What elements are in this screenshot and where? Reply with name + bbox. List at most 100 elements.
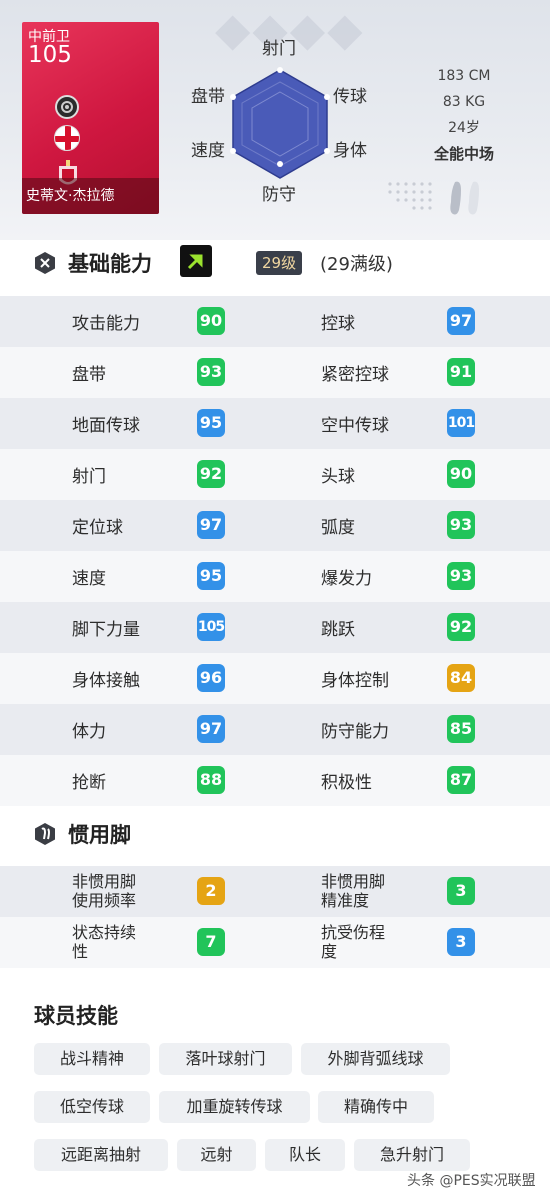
- stat-value-badge: 95: [197, 409, 225, 437]
- level-badge: 29级: [256, 251, 303, 275]
- radar-label-dribbling: 盘带: [191, 87, 225, 107]
- radar-point-physical: [324, 148, 330, 154]
- radar-point-defending: [277, 161, 283, 167]
- stat-label: 紧密控球: [321, 365, 389, 385]
- skills-title: 球员技能: [34, 1004, 118, 1028]
- stat-value-badge: 84: [447, 664, 475, 692]
- basic-abilities-title: 基础能力: [68, 252, 152, 276]
- foot-stat-label: 状态持续性: [72, 923, 137, 961]
- foot-stat-value-badge: 2: [197, 877, 225, 905]
- stat-value-badge: 97: [447, 307, 475, 335]
- stat-value-badge: 97: [197, 715, 225, 743]
- stat-label: 攻击能力: [72, 314, 140, 334]
- stat-label: 爆发力: [321, 569, 372, 589]
- stat-row: 攻击能力 90 控球 97: [0, 296, 550, 347]
- radar-label-defending: 防守: [262, 185, 296, 205]
- foot-stat-row: 状态持续性 7 抗受伤程度 3: [0, 917, 550, 968]
- stat-row: 地面传球 95 空中传球 101: [0, 398, 550, 449]
- radar-point-passing: [324, 94, 330, 100]
- stat-value-badge: 93: [447, 562, 475, 590]
- stat-value-badge: 93: [447, 511, 475, 539]
- stat-value-badge: 88: [197, 766, 225, 794]
- stat-value-badge: 92: [447, 613, 475, 641]
- foot-stats-table: 非惯用脚 使用频率 2 非惯用脚 精准度 3 状态持续性 7 抗受伤程度 3: [0, 866, 550, 968]
- stat-row: 射门 92 头球 90: [0, 449, 550, 500]
- stat-value-badge: 85: [447, 715, 475, 743]
- card-type-badge-icon: [55, 95, 79, 119]
- foot-stat-label: 抗受伤程度: [321, 923, 386, 961]
- skill-chip[interactable]: 远距离抽射: [34, 1139, 168, 1171]
- stat-label: 弧度: [321, 518, 355, 538]
- stat-label: 盘带: [72, 365, 106, 385]
- player-age: 24岁: [448, 120, 480, 136]
- player-card[interactable]: 中前卫 105 史蒂文·杰拉德: [22, 22, 159, 214]
- skill-chip[interactable]: 落叶球射门: [159, 1043, 292, 1075]
- stat-value-badge: 90: [447, 460, 475, 488]
- stat-label: 防守能力: [321, 722, 389, 742]
- basic-abilities-hex-icon: [35, 252, 55, 274]
- skill-chip[interactable]: 队长: [265, 1139, 345, 1171]
- basic-abilities-header: 基础能力: [34, 245, 152, 281]
- stat-value-badge: 92: [197, 460, 225, 488]
- player-playstyle: 全能中场: [433, 145, 494, 163]
- foot-hex-icon: [35, 823, 55, 845]
- foot-stat-label: 非惯用脚 精准度: [321, 872, 386, 910]
- player-header: ◆◆◆◆ 中前卫 105 史蒂文·杰拉德 射门 传球 身体 防守 速度 盘带 1…: [0, 0, 550, 240]
- stat-row: 身体接触 96 身体控制 84: [0, 653, 550, 704]
- progression-arrow-icon[interactable]: [180, 245, 212, 277]
- stat-row: 定位球 97 弧度 93: [0, 500, 550, 551]
- stat-row: 速度 95 爆发力 93: [0, 551, 550, 602]
- player-info: 183 CM 83 KG 24岁 全能中场: [420, 66, 508, 170]
- skill-chip[interactable]: 外脚背弧线球: [301, 1043, 450, 1075]
- foot-stat-label: 非惯用脚 使用频率: [72, 872, 137, 910]
- stat-label: 控球: [321, 314, 355, 334]
- foot-stat-value-badge: 7: [197, 928, 225, 956]
- stat-value-badge: 93: [197, 358, 225, 386]
- max-level-text: (29满级): [320, 254, 393, 275]
- stat-label: 定位球: [72, 518, 123, 538]
- stat-label: 头球: [321, 467, 355, 487]
- radar-label-physical: 身体: [333, 141, 367, 161]
- decorative-dots: [388, 182, 432, 210]
- stat-value-badge: 96: [197, 664, 225, 692]
- player-height: 183 CM: [437, 68, 491, 84]
- radar-point-dribbling: [230, 94, 236, 100]
- radar-label-passing: 传球: [333, 87, 367, 107]
- stat-label: 身体控制: [321, 671, 389, 691]
- foot-header: 惯用脚: [34, 816, 131, 852]
- stat-value-badge: 90: [197, 307, 225, 335]
- stat-value-badge: 105: [197, 613, 225, 641]
- skill-chip[interactable]: 远射: [177, 1139, 256, 1171]
- radar-point-shooting: [277, 67, 283, 73]
- watermark: 头条 @PES实况联盟: [407, 1173, 536, 1189]
- stat-label: 积极性: [321, 773, 372, 793]
- skill-chip[interactable]: 急升射门: [354, 1139, 470, 1171]
- radar-label-shooting: 射门: [262, 39, 296, 59]
- basic-stats-table: 攻击能力 90 控球 97 盘带 93 紧密控球 91 地面传球 95 空中传球 101 射门 92 头球 9…: [0, 296, 550, 806]
- card-rating: 105: [28, 42, 72, 68]
- stat-label: 体力: [72, 722, 106, 742]
- stat-row: 盘带 93 紧密控球 91: [0, 347, 550, 398]
- foot-stat-row: 非惯用脚 使用频率 2 非惯用脚 精准度 3: [0, 866, 550, 917]
- skill-chip[interactable]: 精确传中: [318, 1091, 434, 1123]
- skill-chip[interactable]: 战斗精神: [34, 1043, 150, 1075]
- stat-value-badge: 95: [197, 562, 225, 590]
- footprints-icon: [450, 181, 479, 215]
- foot-stat-value-badge: 3: [447, 928, 475, 956]
- card-player-name: 史蒂文·杰拉德: [22, 178, 159, 214]
- foot-title: 惯用脚: [68, 823, 131, 847]
- stat-value-badge: 91: [447, 358, 475, 386]
- stat-row: 抢断 88 积极性 87: [0, 755, 550, 806]
- stat-label: 跳跃: [321, 620, 355, 640]
- england-flag-icon: [54, 125, 80, 151]
- radar-point-speed: [230, 148, 236, 154]
- skill-chip[interactable]: 加重旋转传球: [159, 1091, 310, 1123]
- stat-value-badge: 97: [197, 511, 225, 539]
- stat-label: 地面传球: [72, 416, 140, 436]
- stat-label: 速度: [72, 569, 106, 589]
- foot-stat-value-badge: 3: [447, 877, 475, 905]
- stat-label: 空中传球: [321, 416, 389, 436]
- stat-value-badge: 87: [447, 766, 475, 794]
- stat-row: 脚下力量 105 跳跃 92: [0, 602, 550, 653]
- skill-chip[interactable]: 低空传球: [34, 1091, 150, 1123]
